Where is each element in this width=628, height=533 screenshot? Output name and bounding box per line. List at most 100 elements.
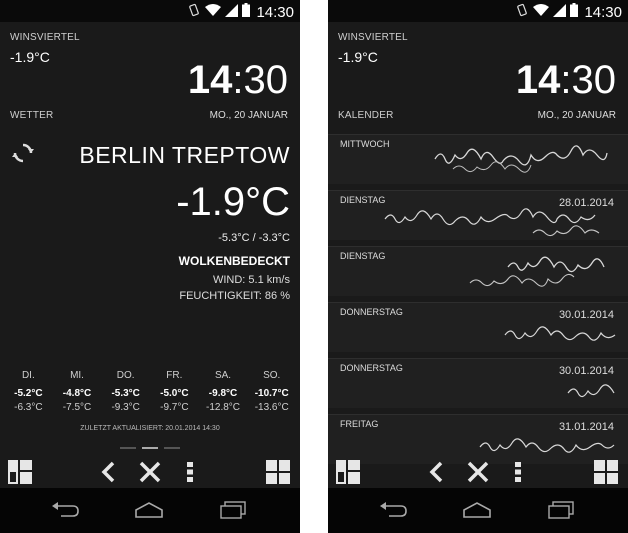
close-icon xyxy=(467,461,489,483)
calendar-event[interactable]: DONNERSTAG 30.01.2014 xyxy=(328,358,628,408)
phone-weather: 14:30 WINSVIERTEL -1.9°C 14:30 WETTER MO… xyxy=(0,0,300,533)
status-time: 14:30 xyxy=(256,4,294,21)
bottom-toolbar xyxy=(0,460,300,486)
close-icon xyxy=(139,461,161,483)
event-day: DIENSTAG xyxy=(340,251,386,261)
weather-screen: WINSVIERTEL -1.9°C 14:30 WETTER MO., 20 … xyxy=(0,22,300,488)
forecast-day-label: FR. xyxy=(166,370,183,381)
page-dot xyxy=(164,447,180,449)
event-date: 30.01.2014 xyxy=(558,309,614,321)
signal-icon xyxy=(225,3,239,22)
forecast-high: -5.2°C xyxy=(14,388,43,399)
close-button[interactable] xyxy=(138,460,162,484)
grid-icon xyxy=(594,460,618,484)
grid-button[interactable] xyxy=(594,460,618,484)
date-label: MO., 20 JANUAR xyxy=(209,110,288,121)
section-label-calendar: KALENDER xyxy=(338,110,394,121)
current-temperature: -1.9°C xyxy=(176,180,290,224)
navigation-bar xyxy=(0,488,300,533)
nav-back-button[interactable] xyxy=(50,497,80,523)
forecast-day-label: DO. xyxy=(116,370,135,381)
location-label: WINSVIERTEL xyxy=(338,32,408,43)
date-label: MO., 20 JANUAR xyxy=(537,110,616,121)
battery-icon xyxy=(570,3,579,22)
forecast-day: DO. -5.3°C -9.3°C xyxy=(101,370,150,413)
overflow-menu-icon xyxy=(187,462,193,482)
humidity: FEUCHTIGKEIT: 86 % xyxy=(179,290,290,302)
wifi-icon xyxy=(205,3,222,22)
status-time: 14:30 xyxy=(584,4,622,21)
event-date: 31.01.2014 xyxy=(558,421,614,433)
nav-home-icon xyxy=(463,502,491,518)
grid-icon xyxy=(266,460,290,484)
forecast-high: -5.0°C xyxy=(160,388,189,399)
forecast-low: -9.7°C xyxy=(160,402,189,413)
clock[interactable]: 14:30 xyxy=(188,58,288,103)
page-dot xyxy=(120,447,136,449)
back-button[interactable] xyxy=(96,460,120,484)
event-day: DIENSTAG xyxy=(340,195,386,205)
forecast-high: -9.8°C xyxy=(208,388,238,399)
chevron-left-icon xyxy=(101,461,115,483)
handwritten-event-text xyxy=(567,384,615,398)
layout-button[interactable] xyxy=(336,460,360,484)
refresh-icon[interactable] xyxy=(12,142,34,169)
clock-hours: 14 xyxy=(187,58,233,102)
grid-button[interactable] xyxy=(266,460,290,484)
handwritten-event-text xyxy=(479,438,615,453)
bottom-toolbar xyxy=(328,460,628,486)
clock[interactable]: 14:30 xyxy=(516,58,616,103)
nav-home-button[interactable] xyxy=(462,497,492,523)
vibrate-icon xyxy=(515,3,529,22)
calendar-event[interactable]: DIENSTAG 28.01.2014 xyxy=(328,190,628,240)
forecast-high: -10.7°C xyxy=(254,388,289,399)
vibrate-icon xyxy=(187,3,201,22)
forecast-day: DI. -5.2°C -6.3°C xyxy=(4,370,53,413)
forecast-day-label: MI. xyxy=(70,370,84,381)
overflow-menu-button[interactable] xyxy=(506,460,530,484)
nav-home-icon xyxy=(135,502,163,518)
nav-home-button[interactable] xyxy=(134,497,164,523)
chevron-left-icon xyxy=(429,461,443,483)
forecast-day: SA. -9.8°C -12.8°C xyxy=(199,370,248,413)
forecast-day-label: SA. xyxy=(214,370,232,381)
nav-recents-icon xyxy=(548,501,574,519)
page-indicator xyxy=(0,447,300,449)
calendar-event[interactable]: DIENSTAG xyxy=(328,246,628,296)
event-day: FREITAG xyxy=(340,419,379,429)
calendar-screen: WINSVIERTEL -1.9°C 14:30 KALENDER MO., 2… xyxy=(328,22,628,488)
forecast-day-label: SO. xyxy=(263,370,281,381)
overflow-menu-button[interactable] xyxy=(178,460,202,484)
forecast-low: -7.5°C xyxy=(62,402,92,413)
forecast-high: -5.3°C xyxy=(111,388,140,399)
nav-recents-button[interactable] xyxy=(218,497,248,523)
small-temperature: -1.9°C xyxy=(10,49,50,65)
nav-recents-icon xyxy=(220,501,246,519)
nav-back-icon xyxy=(380,502,407,517)
event-date: 30.01.2014 xyxy=(558,365,614,377)
forecast-high: -4.8°C xyxy=(62,388,92,399)
forecast-low: -6.3°C xyxy=(14,402,43,413)
handwritten-event-text xyxy=(469,256,605,287)
event-day: MITTWOCH xyxy=(340,139,390,149)
clock-minutes: 30 xyxy=(243,58,289,102)
nav-back-button[interactable] xyxy=(378,497,408,523)
calendar-event[interactable]: DONNERSTAG 30.01.2014 xyxy=(328,302,628,352)
handwritten-event-text xyxy=(504,326,616,341)
calendar-event[interactable]: MITTWOCH xyxy=(328,134,628,184)
close-button[interactable] xyxy=(466,460,490,484)
layout-icon xyxy=(8,460,32,484)
layout-icon xyxy=(336,460,360,484)
forecast-day: FR. -5.0°C -9.7°C xyxy=(150,370,199,413)
calendar-event[interactable]: FREITAG 31.01.2014 xyxy=(328,414,628,464)
forecast-day: SO. -10.7°C -13.6°C xyxy=(247,370,296,413)
battery-icon xyxy=(242,3,251,22)
min-max-temperature: -5.3°C / -3.3°C xyxy=(218,232,290,244)
back-button[interactable] xyxy=(424,460,448,484)
navigation-bar xyxy=(328,488,628,533)
last-updated: ZULETZT AKTUALISIERT: 20.01.2014 14:30 xyxy=(80,425,220,432)
layout-button[interactable] xyxy=(8,460,32,484)
phone-calendar: 14:30 WINSVIERTEL -1.9°C 14:30 KALENDER … xyxy=(328,0,628,533)
signal-icon xyxy=(553,3,567,22)
nav-recents-button[interactable] xyxy=(546,497,576,523)
